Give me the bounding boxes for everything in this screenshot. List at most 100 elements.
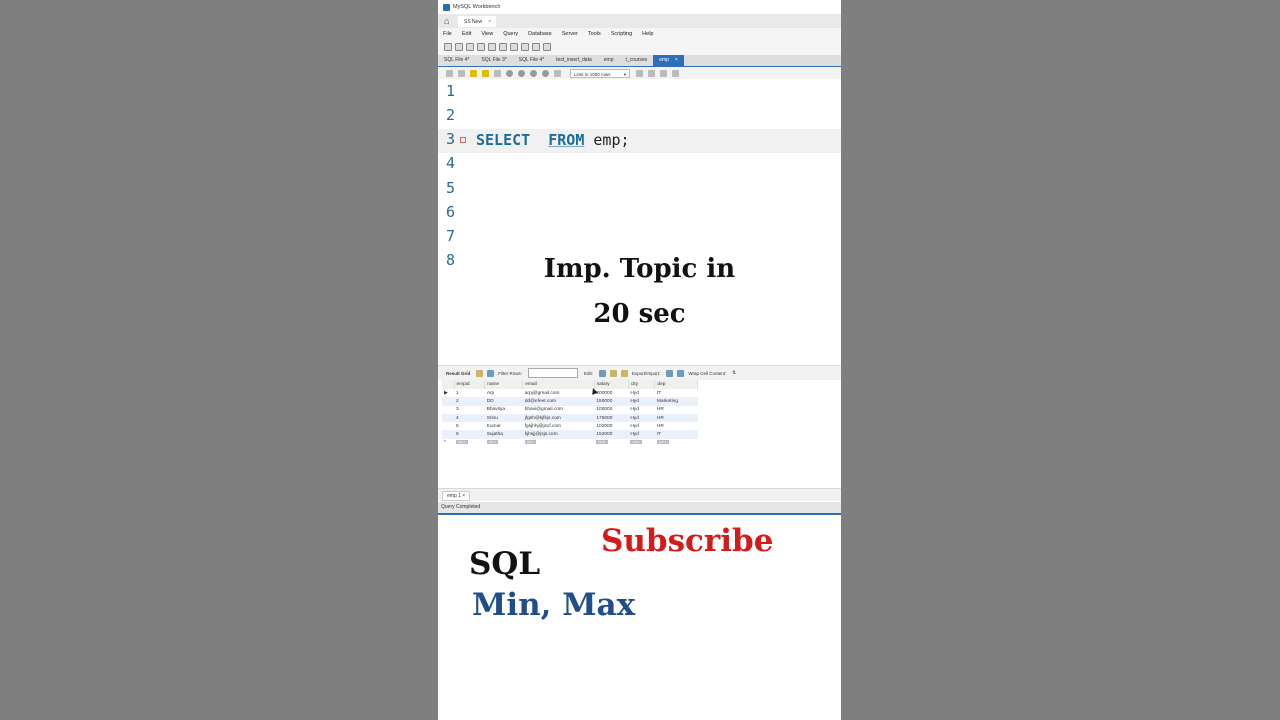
commit-icon[interactable] bbox=[530, 69, 537, 77]
cell-name[interactable]: Srinu bbox=[484, 413, 523, 423]
stop-icon[interactable] bbox=[506, 69, 513, 77]
cell-name[interactable]: Kumar bbox=[485, 422, 523, 430]
table-row[interactable]: 3 Bhavitya bhavi@gmail.com 100000 Hyd HR bbox=[442, 406, 698, 414]
execute-current-icon[interactable] bbox=[482, 69, 489, 77]
column-header[interactable]: name bbox=[484, 380, 524, 389]
table-row[interactable]: 2 DD dd@efeet.com 150000 Hyd Marketing bbox=[442, 397, 698, 406]
cell-empid[interactable]: 4 bbox=[454, 413, 485, 423]
menu-view[interactable]: View bbox=[481, 31, 493, 37]
new-sql-tab-icon[interactable] bbox=[444, 43, 452, 51]
inspector-icon[interactable] bbox=[466, 43, 474, 51]
table-row[interactable]: ▶ 1 Arp arpj@gmail.com 200000 Hyd IT bbox=[442, 389, 698, 397]
cell-email[interactable]: arpj@gmail.com bbox=[523, 389, 595, 397]
cell-empid[interactable]: 2 bbox=[454, 397, 485, 406]
null-cell[interactable]: NULL bbox=[655, 439, 698, 447]
cell-salary[interactable]: 200000 bbox=[594, 389, 628, 397]
cell-email[interactable]: dd@efeet.com bbox=[522, 397, 595, 406]
cell-name[interactable]: Bhavitya bbox=[485, 406, 523, 414]
grid-icon[interactable] bbox=[476, 369, 484, 377]
result-grid-label[interactable]: Result Grid bbox=[446, 371, 470, 376]
open-file-icon[interactable] bbox=[446, 69, 453, 77]
cell-email[interactable]: jfgsh@kjfkjs.com bbox=[522, 413, 595, 423]
cell-city[interactable]: Hyd bbox=[628, 406, 655, 414]
close-icon[interactable]: × bbox=[675, 57, 678, 63]
cell-name[interactable]: DD bbox=[484, 397, 523, 406]
export-icon[interactable] bbox=[666, 369, 674, 377]
tab-sql-file-3[interactable]: SQL File 3* bbox=[475, 55, 512, 66]
tab-emp[interactable]: emp bbox=[598, 55, 620, 66]
cell-dep[interactable]: HR bbox=[655, 422, 698, 430]
reconnect-icon[interactable] bbox=[543, 43, 551, 51]
table-row[interactable]: 4 Srinu jfgsh@kjfkjs.com 175000 Hyd HR bbox=[442, 413, 698, 423]
menu-tools[interactable]: Tools bbox=[588, 31, 601, 37]
tab-sql-file-4b[interactable]: SQL File 4* bbox=[513, 55, 550, 66]
create-view-icon[interactable] bbox=[499, 43, 507, 51]
open-sql-icon[interactable] bbox=[455, 43, 463, 51]
autocommit-icon[interactable] bbox=[554, 69, 561, 77]
cell-email[interactable]: bhavi@gmail.com bbox=[523, 406, 595, 414]
create-procedure-icon[interactable] bbox=[510, 43, 518, 51]
cell-email[interactable]: kjhsjj@jsjs.com bbox=[522, 430, 595, 439]
table-row[interactable]: 6 Sujatha kjhsjj@jsjs.com 152000 Hyd IT bbox=[442, 430, 698, 439]
null-cell[interactable]: NULL bbox=[523, 439, 595, 447]
limit-rows-select[interactable]: Limit to 1000 rows ▾ bbox=[570, 68, 630, 78]
cell-salary[interactable]: 102000 bbox=[594, 422, 628, 430]
cell-email[interactable]: fgsjhhj@jscf.com bbox=[523, 422, 595, 430]
tab-emp-active[interactable]: emp × bbox=[653, 55, 684, 66]
toggle-stop-icon[interactable] bbox=[518, 69, 525, 77]
null-cell[interactable]: NULL bbox=[454, 439, 485, 447]
connection-tab[interactable]: SS New × bbox=[458, 16, 496, 27]
cell-empid[interactable]: 6 bbox=[454, 430, 485, 439]
wrap-lines-icon[interactable] bbox=[672, 69, 679, 77]
refresh-icon[interactable] bbox=[487, 369, 495, 377]
filter-rows-input[interactable] bbox=[528, 368, 579, 378]
cell-empid[interactable]: 1 bbox=[454, 389, 485, 397]
cell-empid[interactable]: 5 bbox=[454, 422, 485, 430]
home-icon[interactable]: ⌂ bbox=[444, 16, 449, 26]
menu-query[interactable]: Query bbox=[503, 31, 518, 37]
null-cell[interactable]: NULL bbox=[628, 439, 655, 447]
column-header[interactable]: dep bbox=[654, 380, 698, 389]
column-header[interactable]: salary bbox=[594, 380, 629, 389]
cell-city[interactable]: Hyd bbox=[628, 397, 655, 406]
sql-editor[interactable]: 1 2 3 4 5 6 7 8 SELECT FROM emp; Imp. To… bbox=[438, 79, 841, 365]
beautify-icon[interactable] bbox=[636, 69, 643, 77]
result-tab[interactable]: emp 1 × bbox=[442, 491, 471, 501]
create-table-icon[interactable] bbox=[488, 43, 496, 51]
cell-dep[interactable]: IT bbox=[655, 389, 698, 397]
edit-row-icon[interactable] bbox=[599, 369, 607, 377]
column-header[interactable]: city bbox=[628, 380, 656, 389]
null-cell[interactable]: NULL bbox=[485, 439, 523, 447]
cell-salary[interactable]: 100000 bbox=[594, 406, 628, 414]
execute-icon[interactable] bbox=[470, 69, 477, 77]
column-header[interactable]: empid bbox=[454, 380, 486, 389]
column-header[interactable]: email bbox=[522, 380, 595, 389]
new-row[interactable]: * NULL NULL NULL NULL NULL NULL bbox=[442, 439, 698, 447]
null-cell[interactable]: NULL bbox=[594, 439, 628, 447]
rollback-icon[interactable] bbox=[542, 69, 549, 77]
cell-dep[interactable]: IT bbox=[654, 430, 698, 439]
tab-sql-file-4[interactable]: SQL File 4* bbox=[438, 55, 475, 66]
add-row-icon[interactable] bbox=[610, 369, 618, 377]
close-icon[interactable]: × bbox=[488, 19, 491, 25]
create-function-icon[interactable] bbox=[521, 43, 529, 51]
cell-city[interactable]: Hyd bbox=[628, 413, 655, 423]
menu-database[interactable]: Database bbox=[528, 31, 552, 37]
cell-dep[interactable]: HR bbox=[655, 406, 698, 414]
create-schema-icon[interactable] bbox=[477, 43, 485, 51]
invisible-chars-icon[interactable] bbox=[660, 69, 667, 77]
cell-empid[interactable]: 3 bbox=[454, 406, 485, 414]
search-table-icon[interactable] bbox=[532, 43, 540, 51]
menu-server[interactable]: Server bbox=[562, 31, 578, 37]
cell-salary[interactable]: 150000 bbox=[594, 397, 629, 406]
wrap-toggle-icon[interactable]: ⇅ bbox=[732, 370, 736, 376]
explain-icon[interactable] bbox=[494, 69, 501, 77]
cell-name[interactable]: Sujatha bbox=[484, 430, 523, 439]
tab-test-insert-data[interactable]: test_insert_data bbox=[550, 55, 598, 66]
cell-city[interactable]: Hyd bbox=[628, 422, 655, 430]
cell-name[interactable]: Arp bbox=[485, 389, 523, 397]
save-icon[interactable] bbox=[458, 69, 465, 77]
close-icon[interactable]: × bbox=[462, 493, 465, 499]
menu-scripting[interactable]: Scripting bbox=[611, 31, 632, 37]
cell-salary[interactable]: 152000 bbox=[594, 430, 629, 439]
